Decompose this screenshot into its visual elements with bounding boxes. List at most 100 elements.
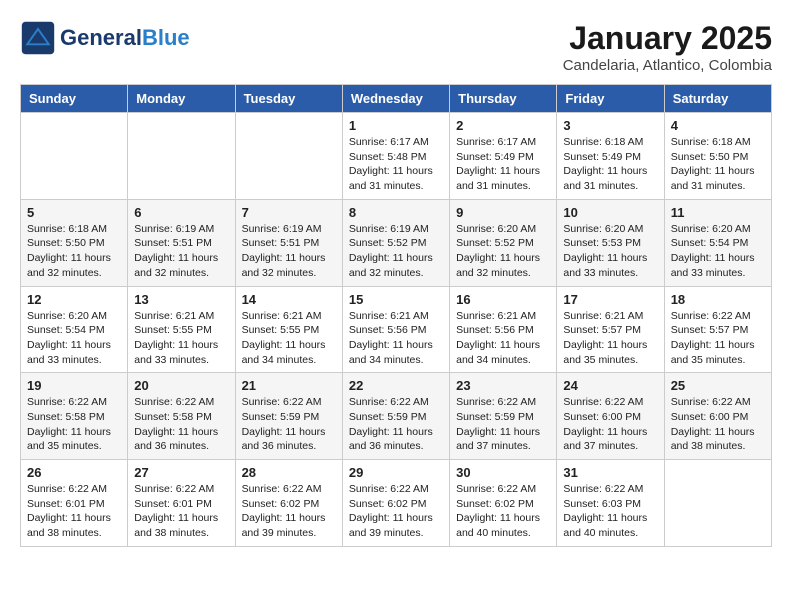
calendar-cell: 30 Sunrise: 6:22 AM Sunset: 6:02 PM Dayli… <box>450 460 557 547</box>
day-info: Sunrise: 6:18 AM Sunset: 5:49 PM Dayligh… <box>563 135 657 194</box>
calendar-cell: 7Sunrise: 6:19 AM Sunset: 5:51 PM Daylig… <box>235 199 342 286</box>
col-wednesday: Wednesday <box>342 85 449 113</box>
day-number: 18 <box>671 292 765 307</box>
day-info: Sunrise: 6:22 AM Sunset: 6:02 PM Dayligh… <box>349 482 443 541</box>
day-number: 8 <box>349 205 443 220</box>
calendar-cell: 17 Sunrise: 6:21 AM Sunset: 5:57 PM Dayli… <box>557 286 664 373</box>
page-header: GeneralBlue January 2025 Candelaria, Atl… <box>20 20 772 74</box>
day-info: Sunrise: 6:19 AM Sunset: 5:52 PM Dayligh… <box>349 222 443 281</box>
day-info: Sunrise: 6:21 AM Sunset: 5:56 PM Dayligh… <box>456 309 550 368</box>
day-info: Sunrise: 6:22 AM Sunset: 5:59 PM Dayligh… <box>456 395 550 454</box>
day-number: 20 <box>134 378 228 393</box>
calendar-cell: 29 Sunrise: 6:22 AM Sunset: 6:02 PM Dayli… <box>342 460 449 547</box>
day-info: Sunrise: 6:19 AM Sunset: 5:51 PM Dayligh… <box>134 222 228 281</box>
generalblue-icon <box>20 20 56 56</box>
day-info: Sunrise: 6:22 AM Sunset: 5:57 PM Dayligh… <box>671 309 765 368</box>
day-info: Sunrise: 6:17 AM Sunset: 5:48 PM Dayligh… <box>349 135 443 194</box>
day-info: Sunrise: 6:20 AM Sunset: 5:54 PM Dayligh… <box>27 309 121 368</box>
day-info: Sunrise: 6:22 AM Sunset: 5:58 PM Dayligh… <box>134 395 228 454</box>
day-number: 6 <box>134 205 228 220</box>
day-number: 11 <box>671 205 765 220</box>
col-monday: Monday <box>128 85 235 113</box>
calendar-cell: 1 Sunrise: 6:17 AM Sunset: 5:48 PM Daylig… <box>342 113 449 200</box>
day-number: 3 <box>563 118 657 133</box>
location-subtitle: Candelaria, Atlantico, Colombia <box>563 57 772 74</box>
day-number: 15 <box>349 292 443 307</box>
day-number: 28 <box>242 465 336 480</box>
day-info: Sunrise: 6:20 AM Sunset: 5:54 PM Dayligh… <box>671 222 765 281</box>
calendar-cell <box>128 113 235 200</box>
calendar-cell: 11 Sunrise: 6:20 AM Sunset: 5:54 PM Dayli… <box>664 199 771 286</box>
day-info: Sunrise: 6:17 AM Sunset: 5:49 PM Dayligh… <box>456 135 550 194</box>
day-number: 27 <box>134 465 228 480</box>
day-number: 2 <box>456 118 550 133</box>
day-number: 29 <box>349 465 443 480</box>
day-number: 17 <box>563 292 657 307</box>
day-number: 23 <box>456 378 550 393</box>
day-number: 10 <box>563 205 657 220</box>
calendar-cell: 15 Sunrise: 6:21 AM Sunset: 5:56 PM Dayli… <box>342 286 449 373</box>
calendar-cell: 3 Sunrise: 6:18 AM Sunset: 5:49 PM Daylig… <box>557 113 664 200</box>
day-number: 31 <box>563 465 657 480</box>
day-number: 25 <box>671 378 765 393</box>
calendar-cell: 21Sunrise: 6:22 AM Sunset: 5:59 PM Dayli… <box>235 373 342 460</box>
week-row-5: 26 Sunrise: 6:22 AM Sunset: 6:01 PM Dayli… <box>21 460 772 547</box>
calendar-cell: 6 Sunrise: 6:19 AM Sunset: 5:51 PM Daylig… <box>128 199 235 286</box>
day-info: Sunrise: 6:22 AM Sunset: 6:00 PM Dayligh… <box>563 395 657 454</box>
calendar-cell <box>664 460 771 547</box>
day-info: Sunrise: 6:21 AM Sunset: 5:56 PM Dayligh… <box>349 309 443 368</box>
day-number: 22 <box>349 378 443 393</box>
calendar-cell: 5 Sunrise: 6:18 AM Sunset: 5:50 PM Daylig… <box>21 199 128 286</box>
calendar-cell: 19Sunrise: 6:22 AM Sunset: 5:58 PM Dayli… <box>21 373 128 460</box>
day-info: Sunrise: 6:22 AM Sunset: 5:59 PM Dayligh… <box>242 395 336 454</box>
day-info: Sunrise: 6:21 AM Sunset: 5:55 PM Dayligh… <box>134 309 228 368</box>
day-number: 16 <box>456 292 550 307</box>
day-info: Sunrise: 6:22 AM Sunset: 6:02 PM Dayligh… <box>456 482 550 541</box>
calendar-cell: 22 Sunrise: 6:22 AM Sunset: 5:59 PM Dayli… <box>342 373 449 460</box>
day-number: 13 <box>134 292 228 307</box>
calendar-cell: 27 Sunrise: 6:22 AM Sunset: 6:01 PM Dayli… <box>128 460 235 547</box>
day-info: Sunrise: 6:22 AM Sunset: 6:03 PM Dayligh… <box>563 482 657 541</box>
calendar-cell: 25Sunrise: 6:22 AM Sunset: 6:00 PM Dayli… <box>664 373 771 460</box>
day-info: Sunrise: 6:22 AM Sunset: 6:01 PM Dayligh… <box>134 482 228 541</box>
day-info: Sunrise: 6:22 AM Sunset: 6:02 PM Dayligh… <box>242 482 336 541</box>
logo: GeneralBlue <box>20 20 190 56</box>
day-info: Sunrise: 6:18 AM Sunset: 5:50 PM Dayligh… <box>27 222 121 281</box>
col-friday: Friday <box>557 85 664 113</box>
day-number: 26 <box>27 465 121 480</box>
calendar-cell: 14Sunrise: 6:21 AM Sunset: 5:55 PM Dayli… <box>235 286 342 373</box>
week-row-4: 19 Sunrise: 6:22 AM Sunset: 5:58 PM Dayli… <box>21 373 772 460</box>
day-number: 9 <box>456 205 550 220</box>
day-number: 12 <box>27 292 121 307</box>
day-info: Sunrise: 6:21 AM Sunset: 5:55 PM Dayligh… <box>242 309 336 368</box>
logo-general: General <box>60 25 142 50</box>
day-number: 19 <box>27 378 121 393</box>
calendar-cell <box>235 113 342 200</box>
day-info: Sunrise: 6:21 AM Sunset: 5:57 PM Dayligh… <box>563 309 657 368</box>
week-row-1: 1 Sunrise: 6:17 AM Sunset: 5:48 PM Daylig… <box>21 113 772 200</box>
calendar-cell: 16 Sunrise: 6:21 AM Sunset: 5:56 PM Dayli… <box>450 286 557 373</box>
calendar-cell: 8 Sunrise: 6:19 AM Sunset: 5:52 PM Daylig… <box>342 199 449 286</box>
calendar-table: Sunday Monday Tuesday Wednesday Thursday… <box>20 84 772 547</box>
day-number: 5 <box>27 205 121 220</box>
col-saturday: Saturday <box>664 85 771 113</box>
calendar-cell: 2 Sunrise: 6:17 AM Sunset: 5:49 PM Daylig… <box>450 113 557 200</box>
month-title: January 2025 <box>563 20 772 57</box>
day-info: Sunrise: 6:22 AM Sunset: 6:01 PM Dayligh… <box>27 482 121 541</box>
calendar-cell: 4Sunrise: 6:18 AM Sunset: 5:50 PM Daylig… <box>664 113 771 200</box>
calendar-cell: 28 Sunrise: 6:22 AM Sunset: 6:02 PM Dayli… <box>235 460 342 547</box>
calendar-cell: 20 Sunrise: 6:22 AM Sunset: 5:58 PM Dayli… <box>128 373 235 460</box>
week-row-2: 5 Sunrise: 6:18 AM Sunset: 5:50 PM Daylig… <box>21 199 772 286</box>
calendar-header-row: Sunday Monday Tuesday Wednesday Thursday… <box>21 85 772 113</box>
calendar-cell: 24Sunrise: 6:22 AM Sunset: 6:00 PM Dayli… <box>557 373 664 460</box>
col-sunday: Sunday <box>21 85 128 113</box>
col-thursday: Thursday <box>450 85 557 113</box>
calendar-cell: 26 Sunrise: 6:22 AM Sunset: 6:01 PM Dayli… <box>21 460 128 547</box>
day-number: 30 <box>456 465 550 480</box>
day-info: Sunrise: 6:22 AM Sunset: 5:59 PM Dayligh… <box>349 395 443 454</box>
calendar-cell <box>21 113 128 200</box>
day-number: 7 <box>242 205 336 220</box>
week-row-3: 12 Sunrise: 6:20 AM Sunset: 5:54 PM Dayli… <box>21 286 772 373</box>
calendar-cell: 9Sunrise: 6:20 AM Sunset: 5:52 PM Daylig… <box>450 199 557 286</box>
day-number: 1 <box>349 118 443 133</box>
